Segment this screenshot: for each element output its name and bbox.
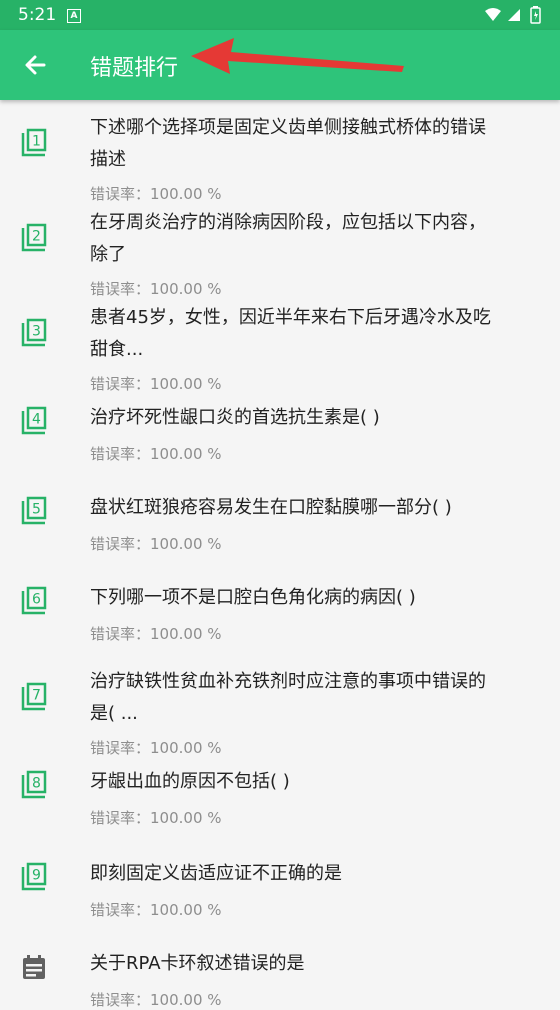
calendar-note-icon [20,952,48,982]
svg-text:9: 9 [32,868,41,884]
svg-text:7: 7 [32,688,41,704]
question-title-line1: 牙龈出血的原因不包括( ) [90,771,290,792]
rank-number-icon: 9 [20,862,48,892]
question-title-line1: 即刻固定义齿适应证不正确的是 [90,863,342,884]
rank-number-icon: 6 [20,586,48,616]
list-item[interactable]: 5 盘状红斑狼疮容易发生在口腔黏膜哪一部分( ) 错误率：100.00 % [0,488,560,578]
error-rate-label: 错误率：100.00 % [90,991,222,1009]
question-title-line2: 除了 [90,244,126,265]
status-icons [484,6,546,28]
question-title-line1: 患者45岁，女性，因近半年来右下后牙遇冷水及吃 [90,307,491,328]
error-rate-label: 错误率：100.00 % [90,901,222,919]
error-rate-label: 错误率：100.00 % [90,375,222,393]
question-title-line1: 关于RPA卡环叙述错误的是 [90,953,305,974]
svg-text:4: 4 [32,412,41,428]
question-title-line2: 描述 [90,149,126,170]
question-title-line1: 治疗缺铁性贫血补充铁剂时应注意的事项中错误的 [90,671,486,692]
list-item[interactable]: 3 患者45岁，女性，因近半年来右下后牙遇冷水及吃 甜食... 错误率：100.00 … [0,298,560,393]
error-rate-label: 错误率：100.00 % [90,280,222,298]
list-item[interactable]: 9 即刻固定义齿适应证不正确的是 错误率：100.00 % [0,854,560,936]
error-rate-label: 错误率：100.00 % [90,535,222,553]
wifi-signal-battery-icon [485,6,541,24]
question-title-line2: 是( ... [90,703,138,724]
list-item[interactable]: 4 治疗坏死性龈口炎的首选抗生素是( ) 错误率：100.00 % [0,398,560,488]
svg-text:2: 2 [32,229,41,245]
list-item[interactable]: 8 牙龈出血的原因不包括( ) 错误率：100.00 % [0,762,560,854]
question-title-line2: 甜食... [90,339,144,360]
rank-number-icon: 1 [20,128,48,158]
svg-text:5: 5 [32,502,41,518]
error-rate-label: 错误率：100.00 % [90,625,222,643]
error-rate-label: 错误率：100.00 % [90,809,222,827]
status-bar: 5:21 A [0,0,560,30]
arrow-left-icon [25,55,46,75]
question-title-line1: 下述哪个选择项是固定义齿单侧接触式桥体的错误 [90,117,486,138]
rank-number-icon: 3 [20,318,48,348]
rank-number-icon: 5 [20,496,48,526]
notification-icon: A [67,9,81,23]
rank-number-icon: 2 [20,223,48,253]
svg-text:3: 3 [32,324,41,340]
rank-number-icon: 7 [20,682,48,712]
back-button[interactable] [18,47,54,83]
list-item[interactable]: 2 在牙周炎治疗的消除病因阶段，应包括以下内容， 除了错误率：100.00 % [0,203,560,298]
question-title-line1: 在牙周炎治疗的消除病因阶段，应包括以下内容， [90,212,486,233]
app-bar: 错题排行 [0,30,560,100]
list-item[interactable]: 1 下述哪个选择项是固定义齿单侧接触式桥体的错误 描述错误率：100.00 % [0,108,560,203]
list-item[interactable]: 7 治疗缺铁性贫血补充铁剂时应注意的事项中错误的 是( ... 错误率：100.00 … [0,662,560,757]
question-title-line1: 治疗坏死性龈口炎的首选抗生素是( ) [90,407,380,428]
svg-text:6: 6 [32,592,41,608]
question-title-line1: 盘状红斑狼疮容易发生在口腔黏膜哪一部分( ) [90,497,452,518]
error-rate-label: 错误率：100.00 % [90,739,222,757]
rank-number-icon: 4 [20,406,48,436]
svg-text:8: 8 [32,776,41,792]
rank-number-icon: 8 [20,770,48,800]
question-title-line1: 下列哪一项不是口腔白色角化病的病因( ) [90,587,416,608]
status-time: 5:21 [18,5,57,25]
error-rate-label: 错误率：100.00 % [90,445,222,463]
error-rate-label: 错误率：100.00 % [90,185,222,203]
svg-text:1: 1 [32,134,41,150]
page-title: 错题排行 [90,56,179,81]
list-item[interactable]: 关于RPA卡环叙述错误的是 错误率：100.00 % [0,944,560,1009]
